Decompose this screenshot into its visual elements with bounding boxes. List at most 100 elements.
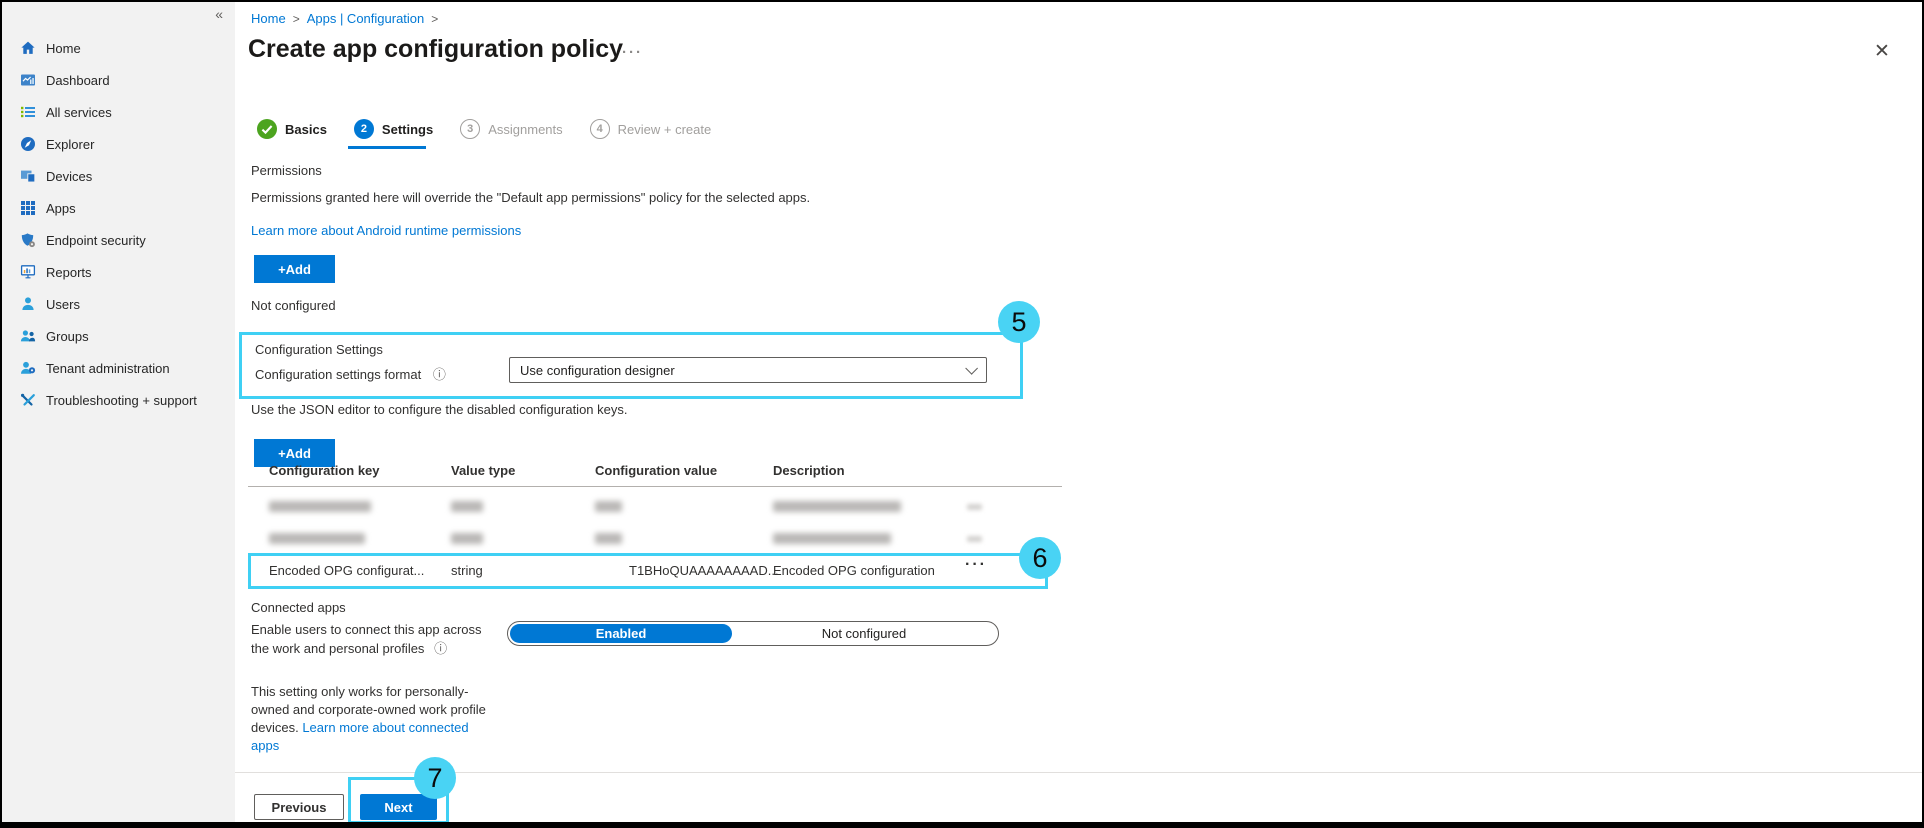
sidebar-item-label: Endpoint security xyxy=(46,233,146,248)
cell-configuration-value: T1BHoQUAAAAAAAAD... xyxy=(629,563,779,578)
breadcrumb-separator: > xyxy=(424,12,445,26)
info-icon[interactable]: ⓘ xyxy=(433,364,446,383)
sidebar-item-endpoint-security[interactable]: Endpoint security xyxy=(2,224,235,256)
app-window: « Home Dashboard All services Explorer D… xyxy=(0,0,1924,828)
dashboard-icon xyxy=(20,72,36,88)
sidebar-collapse-icon[interactable]: « xyxy=(215,6,223,22)
sidebar-item-label: Reports xyxy=(46,265,92,280)
android-permissions-link[interactable]: Learn more about Android runtime permiss… xyxy=(251,223,521,238)
json-editor-note: Use the JSON editor to configure the dis… xyxy=(251,402,628,417)
step-basics[interactable]: Basics xyxy=(257,119,327,139)
connected-apps-label: Enable users to connect this app across … xyxy=(251,620,499,658)
sidebar-item-dashboard[interactable]: Dashboard xyxy=(2,64,235,96)
sidebar-item-label: Tenant administration xyxy=(46,361,170,376)
annotation-badge-7: 7 xyxy=(414,757,456,799)
column-header-configuration-key: Configuration key xyxy=(269,463,380,478)
annotation-badge-5: 5 xyxy=(998,301,1040,343)
devices-icon xyxy=(20,168,36,184)
step-settings[interactable]: 2 Settings xyxy=(354,119,433,139)
previous-button[interactable]: Previous xyxy=(254,794,344,820)
sidebar-item-reports[interactable]: Reports xyxy=(2,256,235,288)
redacted-cell xyxy=(595,501,622,512)
step-assignments[interactable]: 3 Assignments xyxy=(460,119,562,139)
sidebar-item-label: Troubleshooting + support xyxy=(46,393,197,408)
step-label: Settings xyxy=(382,122,433,137)
sidebar-item-label: Devices xyxy=(46,169,92,184)
step-number-icon: 4 xyxy=(590,119,610,139)
sidebar-item-label: Explorer xyxy=(46,137,94,152)
redacted-cell xyxy=(451,533,483,544)
step-review-create[interactable]: 4 Review + create xyxy=(590,119,712,139)
cell-value-type: string xyxy=(451,563,483,578)
sidebar: « Home Dashboard All services Explorer D… xyxy=(2,2,235,822)
configuration-settings-heading: Configuration Settings xyxy=(255,342,383,357)
sidebar-item-label: Dashboard xyxy=(46,73,110,88)
table-row-redacted[interactable] xyxy=(251,526,1041,556)
sidebar-item-devices[interactable]: Devices xyxy=(2,160,235,192)
cell-description: Encoded OPG configuration xyxy=(773,563,935,578)
connected-apps-heading: Connected apps xyxy=(251,600,346,615)
breadcrumb-section-link[interactable]: Apps | Configuration xyxy=(307,11,425,26)
explorer-icon xyxy=(20,136,36,152)
sidebar-item-tenant-administration[interactable]: Tenant administration xyxy=(2,352,235,384)
redacted-cell xyxy=(269,533,365,544)
sidebar-item-users[interactable]: Users xyxy=(2,288,235,320)
redacted-cell xyxy=(967,536,982,542)
more-options-icon[interactable]: ··· xyxy=(622,44,643,61)
shield-icon xyxy=(20,232,36,248)
wizard-steps: Basics 2 Settings 3 Assignments 4 Review… xyxy=(257,119,711,139)
tools-icon xyxy=(20,392,36,408)
breadcrumb-separator: > xyxy=(286,12,307,26)
footer-divider xyxy=(235,772,1924,773)
toggle-option-enabled[interactable]: Enabled xyxy=(510,624,732,643)
chevron-down-icon xyxy=(965,362,978,375)
check-circle-icon xyxy=(257,119,277,139)
next-button[interactable]: Next xyxy=(360,794,437,820)
step-number-icon: 3 xyxy=(460,119,480,139)
breadcrumb-home-link[interactable]: Home xyxy=(251,11,286,26)
sidebar-item-groups[interactable]: Groups xyxy=(2,320,235,352)
connected-apps-note: This setting only works for personally-o… xyxy=(251,683,495,755)
home-icon xyxy=(20,40,36,56)
redacted-cell xyxy=(595,533,622,544)
sidebar-item-label: Apps xyxy=(46,201,76,216)
close-icon[interactable]: ✕ xyxy=(1874,40,1890,63)
permissions-description: Permissions granted here will override t… xyxy=(251,190,810,205)
apps-icon xyxy=(20,200,36,216)
breadcrumb: Home>Apps | Configuration> xyxy=(251,11,445,26)
sidebar-item-troubleshooting-support[interactable]: Troubleshooting + support xyxy=(2,384,235,416)
column-header-configuration-value: Configuration value xyxy=(595,463,717,478)
cell-configuration-key: Encoded OPG configurat... xyxy=(269,563,424,578)
user-icon xyxy=(20,296,36,312)
add-permission-button[interactable]: +Add xyxy=(254,255,335,283)
all-services-icon xyxy=(20,104,36,120)
permissions-heading: Permissions xyxy=(251,163,322,178)
sidebar-item-all-services[interactable]: All services xyxy=(2,96,235,128)
sidebar-item-apps[interactable]: Apps xyxy=(2,192,235,224)
sidebar-item-label: Users xyxy=(46,297,80,312)
redacted-cell xyxy=(269,501,371,512)
toggle-option-not-configured[interactable]: Not configured xyxy=(734,624,994,643)
configuration-format-dropdown[interactable]: Use configuration designer xyxy=(509,357,987,383)
sidebar-item-home[interactable]: Home xyxy=(2,32,235,64)
column-header-value-type: Value type xyxy=(451,463,515,478)
step-label: Basics xyxy=(285,122,327,137)
column-header-description: Description xyxy=(773,463,845,478)
table-header-divider xyxy=(248,486,1062,487)
active-step-underline xyxy=(348,146,426,149)
sidebar-item-label: All services xyxy=(46,105,112,120)
redacted-cell xyxy=(967,504,982,510)
tenant-admin-icon xyxy=(20,360,36,376)
sidebar-item-label: Home xyxy=(46,41,81,56)
dropdown-selected-value: Use configuration designer xyxy=(520,363,965,378)
info-icon[interactable]: ⓘ xyxy=(434,639,447,658)
sidebar-item-label: Groups xyxy=(46,329,89,344)
redacted-cell xyxy=(451,501,483,512)
reports-icon xyxy=(20,264,36,280)
connected-apps-toggle: Enabled Not configured xyxy=(507,621,999,646)
row-context-menu-icon[interactable]: ··· xyxy=(965,556,987,574)
step-label: Review + create xyxy=(618,122,712,137)
page-title: Create app configuration policy xyxy=(248,35,623,64)
redacted-cell xyxy=(773,501,901,512)
sidebar-item-explorer[interactable]: Explorer xyxy=(2,128,235,160)
